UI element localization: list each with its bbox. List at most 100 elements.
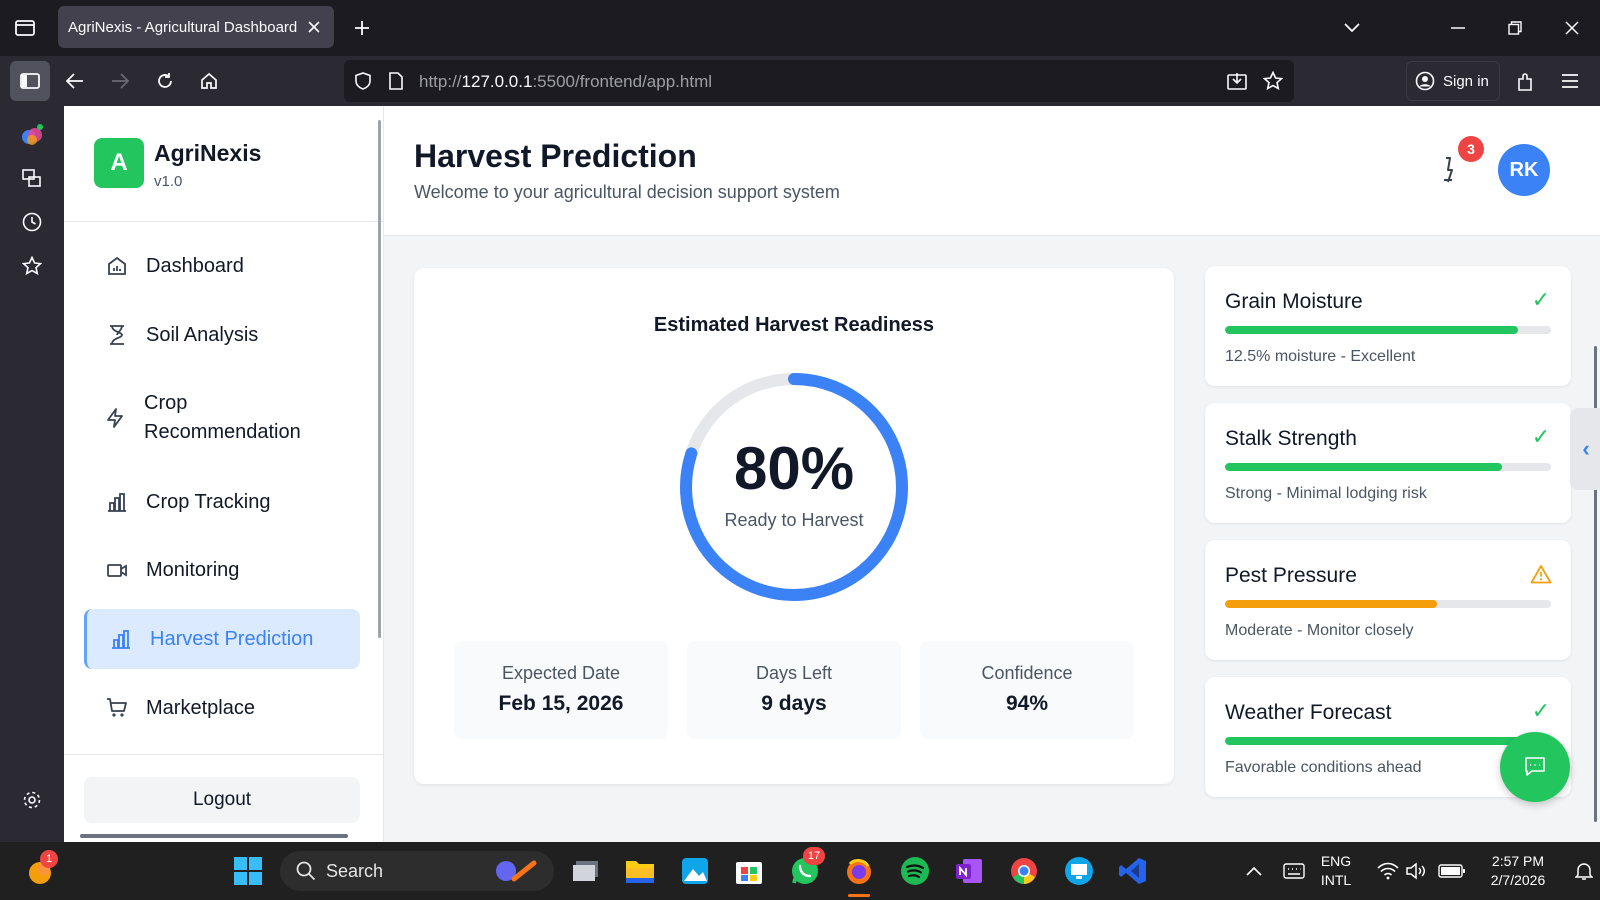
close-window-icon[interactable] — [1560, 16, 1584, 40]
photos-app-icon[interactable] — [677, 853, 713, 889]
notifications-bell-icon[interactable] — [1566, 853, 1600, 889]
logout-button[interactable]: Logout — [84, 777, 360, 823]
sidebar-item-soil-analysis[interactable]: Soil Analysis — [84, 308, 360, 362]
sidebar-item-marketplace[interactable]: Marketplace — [84, 681, 360, 735]
page-info-icon[interactable] — [386, 70, 406, 92]
language-code: ENG — [1320, 853, 1352, 869]
browser-sidebar — [0, 106, 64, 842]
file-explorer-icon[interactable] — [622, 853, 658, 889]
active-tab[interactable]: AgriNexis - Agricultural Dashboard — [58, 6, 334, 48]
remote-desktop-icon[interactable] — [1061, 853, 1097, 889]
copilot-icon[interactable] — [18, 122, 46, 150]
input-language[interactable]: ENG INTL — [1314, 852, 1358, 890]
bar-chart-icon — [104, 489, 130, 515]
sidebar-toggle-icon[interactable] — [10, 61, 50, 101]
forward-icon[interactable] — [108, 69, 132, 93]
indicator-description: 12.5% moisture - Excellent — [1225, 348, 1416, 365]
back-icon[interactable] — [63, 69, 87, 93]
bookmarks-icon[interactable] — [20, 254, 44, 278]
user-avatar[interactable]: RK — [1498, 144, 1550, 196]
sidebar-item-monitoring[interactable]: Monitoring — [84, 543, 360, 597]
onenote-icon[interactable] — [951, 853, 987, 889]
hourglass-icon — [104, 322, 130, 348]
list-tabs-chevron-icon[interactable] — [1340, 16, 1364, 40]
page-subtitle: Welcome to your agricultural decision su… — [414, 182, 840, 202]
system-clock[interactable]: 2:57 PM 2/7/2026 — [1478, 852, 1558, 890]
shopping-cart-icon — [104, 695, 130, 721]
page-header: Harvest Prediction Welcome to your agric… — [384, 106, 1600, 236]
sidebar-item-label: Monitoring — [146, 558, 240, 581]
harvest-readiness-card: Estimated Harvest Readiness 80% Ready to… — [414, 268, 1174, 784]
indicator-description: Favorable conditions ahead — [1225, 759, 1422, 776]
indicator-bar-fill — [1225, 326, 1519, 334]
sync-tabs-icon[interactable] — [20, 166, 44, 190]
url-text[interactable]: http://127.0.0.1:5500/frontend/app.html — [419, 72, 712, 92]
check-icon: ✓ — [1531, 698, 1551, 723]
chrome-icon[interactable] — [1006, 853, 1042, 889]
windows-start-icon[interactable] — [230, 853, 266, 889]
save-page-icon[interactable] — [1226, 70, 1248, 92]
search-icon — [296, 861, 316, 881]
indicator-bar — [1225, 600, 1551, 608]
sidebar-item-label: Crop Recommendation — [144, 392, 301, 443]
shield-icon[interactable] — [352, 70, 374, 92]
url-bar[interactable]: http://127.0.0.1:5500/frontend/app.html — [344, 60, 1294, 102]
extensions-icon[interactable] — [1514, 69, 1538, 93]
stat-label: Confidence — [981, 663, 1073, 683]
stat-value: Feb 15, 2026 — [498, 692, 624, 715]
firefox-icon[interactable] — [841, 853, 877, 889]
menu-icon[interactable] — [1558, 69, 1582, 93]
sidebar-horizontal-scrollbar[interactable] — [80, 834, 348, 838]
sidebar-item-crop-tracking[interactable]: Crop Tracking — [84, 475, 360, 529]
vscode-icon[interactable] — [1115, 853, 1151, 889]
indicator-bar — [1225, 737, 1551, 745]
indicator-title: Grain Moisture — [1225, 290, 1363, 313]
brand-name: AgriNexis — [154, 140, 262, 166]
volume-icon[interactable] — [1398, 853, 1434, 889]
tab-overview-icon[interactable] — [12, 16, 38, 40]
account-icon — [1415, 71, 1435, 91]
sidebar-item-dashboard[interactable]: Dashboard — [84, 239, 360, 293]
close-tab-icon[interactable] — [304, 17, 324, 37]
settings-gear-icon[interactable] — [20, 788, 44, 812]
bar-chart-icon — [108, 626, 134, 652]
sidebar-item-harvest-prediction[interactable]: Harvest Prediction — [84, 609, 360, 669]
history-icon[interactable] — [20, 210, 44, 234]
taskbar-search-box[interactable]: Search — [280, 851, 554, 891]
lightning-icon — [102, 405, 128, 431]
sidebar-item-crop-recommendation[interactable]: Crop Recommendation — [84, 376, 360, 460]
minimize-icon[interactable] — [1446, 16, 1470, 40]
battery-icon[interactable] — [1434, 853, 1470, 889]
microsoft-store-icon[interactable] — [731, 853, 767, 889]
task-view-icon[interactable] — [568, 853, 604, 889]
reload-icon[interactable] — [153, 69, 177, 93]
sign-in-button[interactable]: Sign in — [1406, 61, 1500, 101]
indicator-card-grain-moisture: Grain Moisture ✓ 12.5% moisture - Excell… — [1205, 266, 1571, 386]
sidebar-scrollbar[interactable] — [378, 120, 381, 638]
indicator-description: Strong - Minimal lodging risk — [1225, 485, 1427, 502]
spotify-icon[interactable] — [897, 853, 933, 889]
check-icon: ✓ — [1531, 287, 1551, 312]
home-icon[interactable] — [197, 69, 221, 93]
indicator-card-pest-pressure: Pest Pressure Moderate - Monitor closely — [1205, 540, 1571, 660]
clock-time: 2:57 PM — [1491, 853, 1545, 869]
stat-value: 9 days — [761, 692, 827, 715]
new-tab-icon[interactable] — [350, 16, 374, 40]
sign-in-label: Sign in — [1443, 72, 1489, 90]
indicator-bar-fill — [1225, 463, 1503, 471]
sidebar-divider — [64, 221, 384, 222]
keyboard-icon[interactable] — [1276, 853, 1312, 889]
search-highlight-icon — [490, 857, 540, 885]
clock-date: 2/7/2026 — [1490, 872, 1546, 888]
collapse-panel-chevron-icon[interactable]: ‹ — [1570, 408, 1600, 490]
readiness-title: Estimated Harvest Readiness — [653, 314, 935, 336]
bookmark-star-icon[interactable] — [1262, 70, 1284, 92]
sidebar-divider — [64, 754, 384, 755]
restore-window-icon[interactable] — [1503, 16, 1527, 40]
show-hidden-icons-chevron-icon[interactable] — [1236, 853, 1272, 889]
chat-button[interactable] — [1500, 732, 1570, 802]
stat-label: Days Left — [755, 663, 833, 683]
stat-expected-date: Expected Date Feb 15, 2026 — [454, 641, 668, 739]
browser-tab-bar: AgriNexis - Agricultural Dashboard — [0, 0, 1600, 56]
app-viewport: A AgriNexis v1.0 Dashboard Soil Analysis… — [64, 106, 1600, 842]
